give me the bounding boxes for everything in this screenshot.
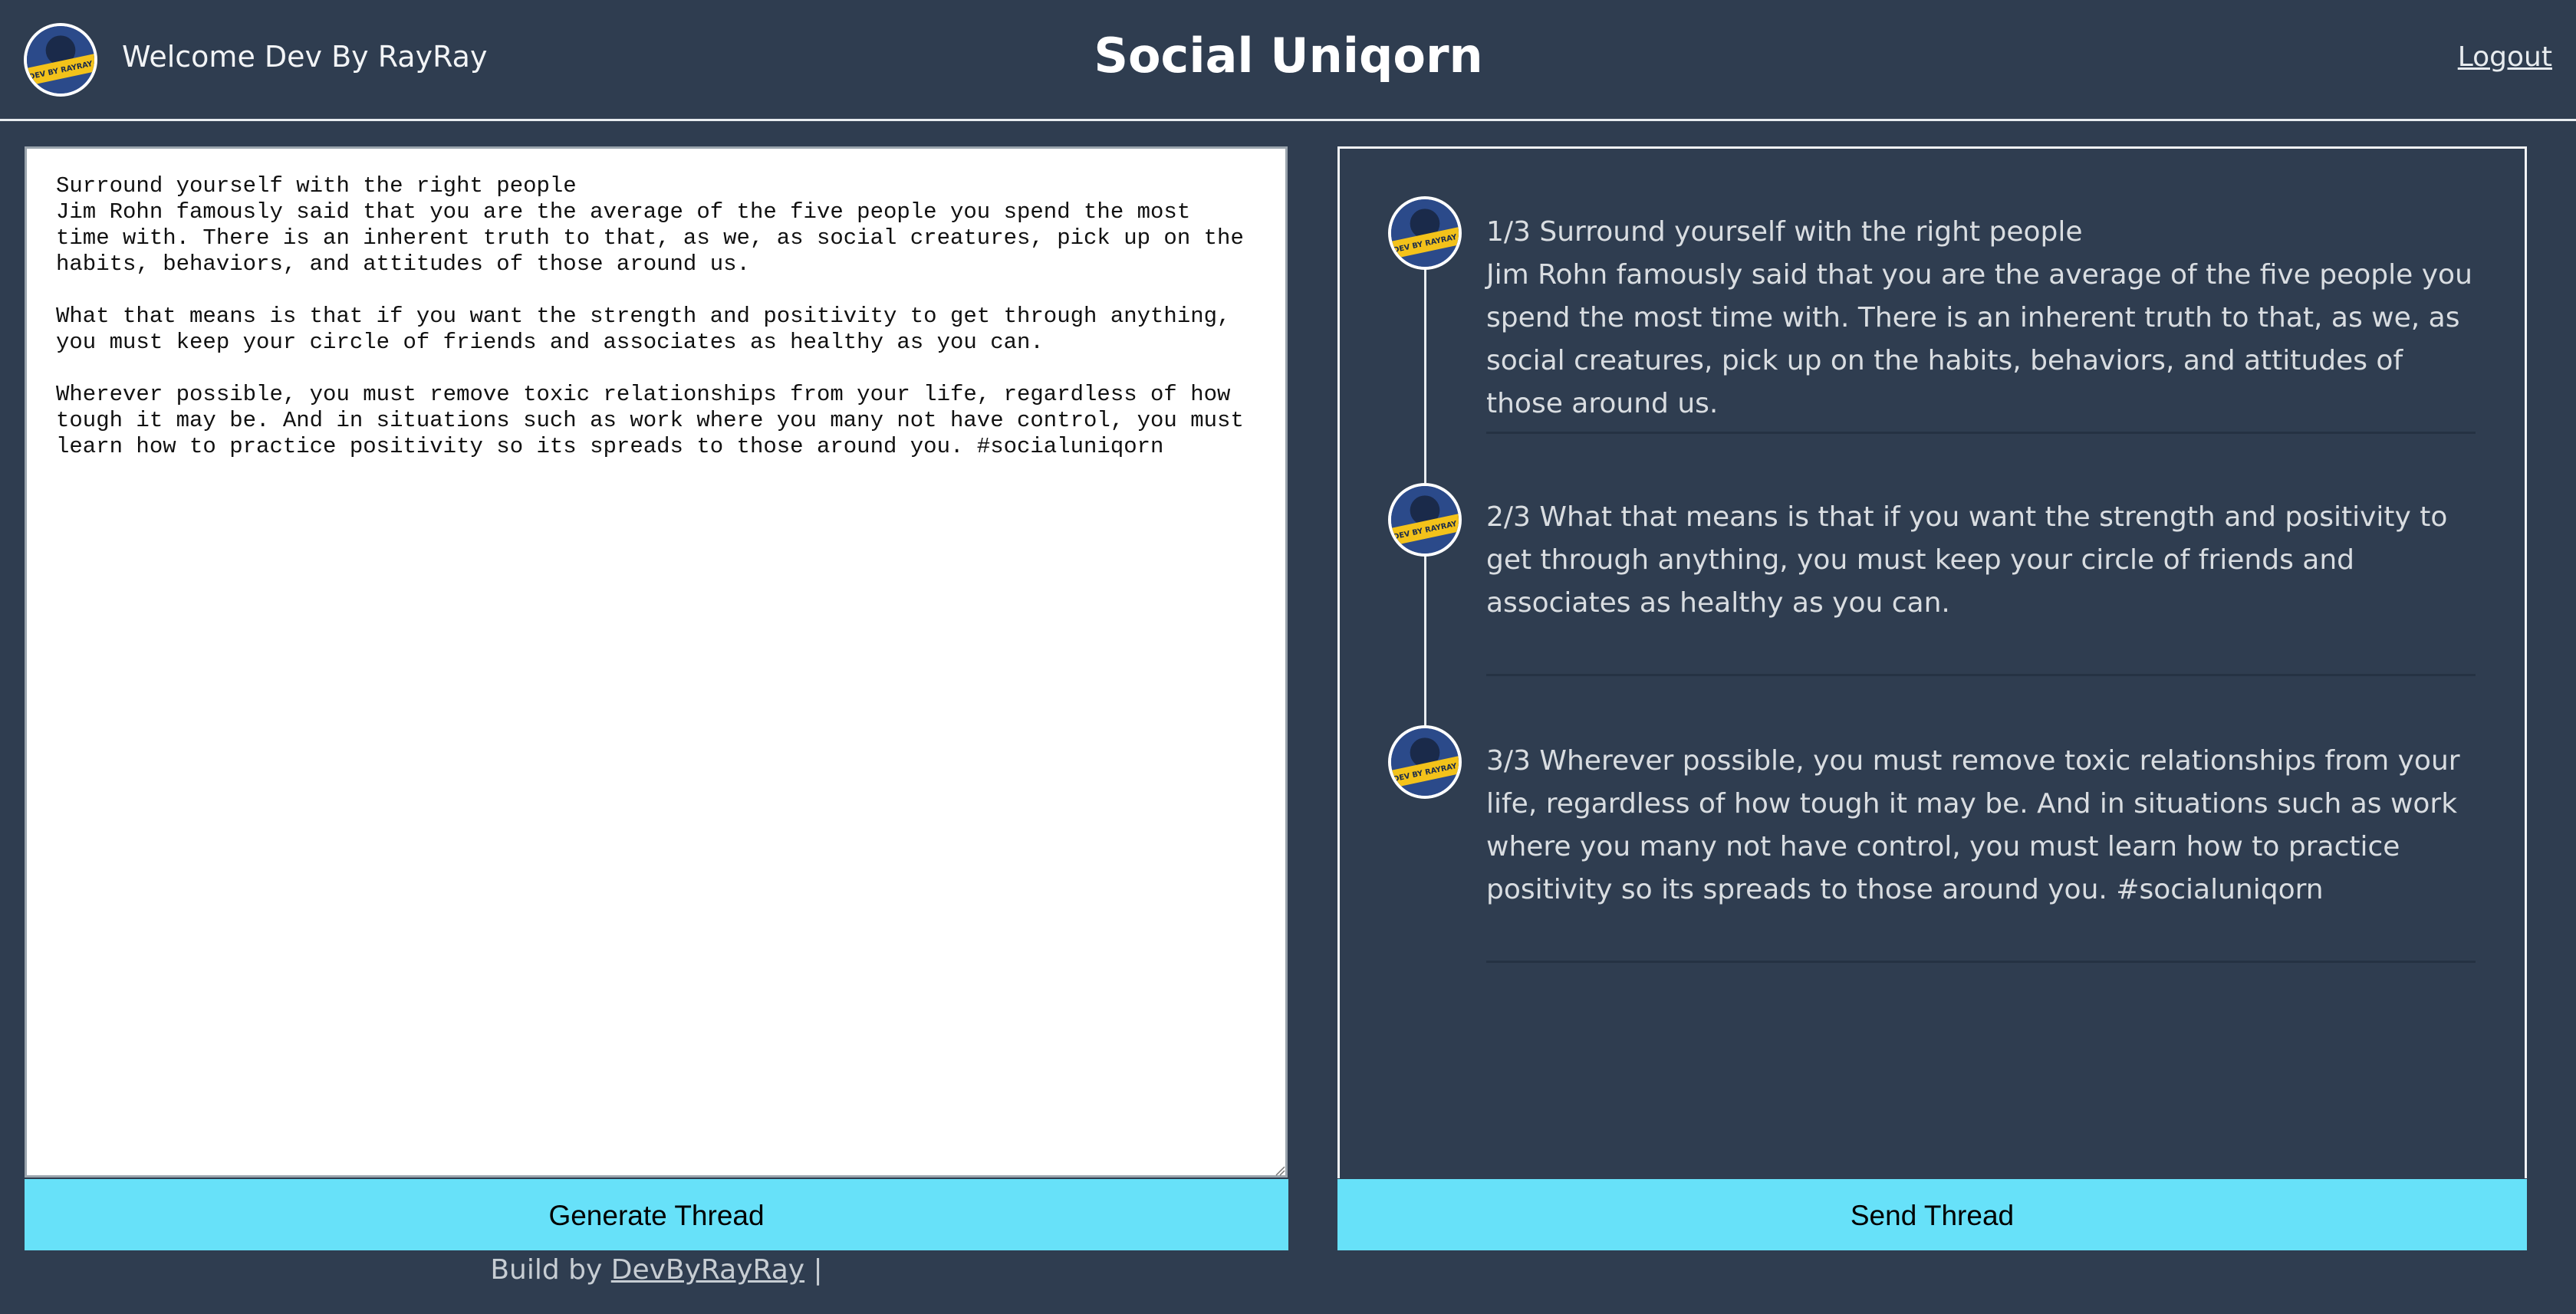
tweet-avatar-icon: DEV BY RAYRAY <box>1388 725 1462 799</box>
tweet-avatar-icon: DEV BY RAYRAY <box>1388 196 1462 270</box>
app-header: DEV BY RAYRAY Welcome Dev By RayRay Soci… <box>0 0 2576 121</box>
logout-link[interactable]: Logout <box>2458 41 2552 73</box>
thread-input[interactable]: Surround yourself with the right people … <box>25 146 1288 1178</box>
tweet-divider <box>1486 432 2476 434</box>
footer: Build by DevByRayRay | <box>25 1254 1288 1286</box>
tweet-avatar-icon: DEV BY RAYRAY <box>1388 483 1462 557</box>
welcome-text: Welcome Dev By RayRay <box>122 40 488 74</box>
tweet-text: 2/3 What that means is that if you want … <box>1486 501 2456 619</box>
footer-separator: | <box>804 1254 823 1286</box>
footer-author-link[interactable]: DevByRayRay <box>611 1254 804 1286</box>
tweet-text: 1/3 Surround yourself with the right peo… <box>1486 216 2472 419</box>
send-thread-button[interactable]: Send Thread <box>1337 1179 2527 1250</box>
app-title: Social Uniqorn <box>1094 28 1483 84</box>
tweet-text: 3/3 Wherever possible, you must remove t… <box>1486 745 2469 905</box>
resize-handle-icon[interactable] <box>1273 1164 1285 1176</box>
generate-thread-button[interactable]: Generate Thread <box>25 1179 1288 1250</box>
user-avatar-icon: DEV BY RAYRAY <box>24 23 97 97</box>
footer-prefix: Build by <box>490 1254 611 1286</box>
tweet-divider <box>1486 674 2476 676</box>
tweet-divider <box>1486 961 2476 963</box>
